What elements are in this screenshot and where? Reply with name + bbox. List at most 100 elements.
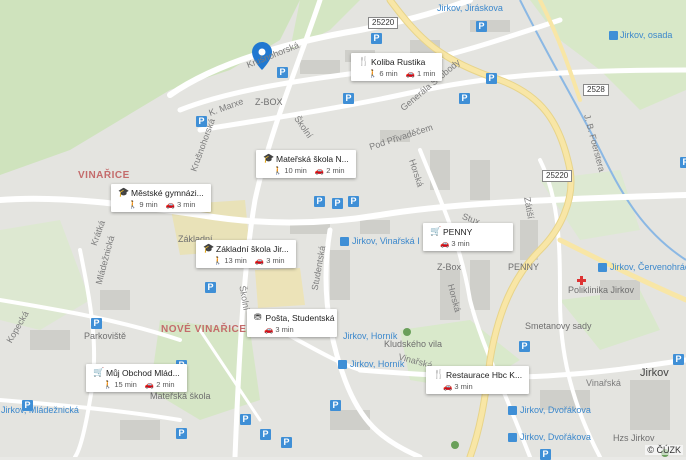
bus-stop-label: Jirkov, Dvořákova [520, 405, 591, 415]
bus-stop-icon[interactable] [508, 433, 517, 442]
poi-card-posta[interactable]: ⛃ Pošta, Studentská 🚗 3 min [247, 309, 337, 337]
car-time: 2 min [156, 380, 175, 389]
walk-time: 10 min [284, 166, 307, 175]
district-label-vinarice: VINAŘICE [78, 170, 130, 181]
walk-icon: 🚶 [103, 380, 113, 389]
poi-name: Koliba Rustika [371, 56, 426, 67]
parking-icon[interactable] [176, 428, 187, 439]
parking-icon[interactable] [343, 93, 354, 104]
car-icon: 🚗 [314, 166, 325, 175]
parking-icon[interactable] [240, 414, 251, 425]
place-label: Z-Box [437, 262, 462, 272]
walk-icon: 🚶 [128, 200, 138, 209]
school-icon: 🎓 [118, 187, 130, 197]
bus-stop-icon[interactable] [340, 237, 349, 246]
walk-time: 6 min [379, 69, 398, 78]
walk-icon: 🚶 [213, 256, 223, 265]
poi-name: Můj Obchod Mlád... [106, 367, 180, 378]
bus-stop-icon[interactable] [609, 31, 618, 40]
parking-icon[interactable] [332, 198, 343, 209]
parking-icon[interactable] [205, 282, 216, 293]
poi-card-koliba-rustika[interactable]: 🍴 Koliba Rustika 🚶 6 min 🚗 1 min [351, 53, 443, 81]
copyright-label: © ČÚZK [645, 445, 683, 455]
parking-icon[interactable] [348, 196, 359, 207]
car-time: 3 min [177, 200, 196, 209]
car-time: 3 min [266, 256, 285, 265]
school-icon: 🎓 [203, 243, 215, 253]
parking-icon[interactable] [540, 449, 551, 460]
poi-card-zakladni-skola[interactable]: 🎓 Základní škola Jir... 🚶 13 min 🚗 3 min [196, 240, 296, 268]
parking-icon[interactable] [91, 318, 102, 329]
bus-stop-label: Jirkov, Horník [350, 359, 405, 369]
poi-name: Pošta, Studentská [265, 312, 335, 323]
walk-time: 13 min [224, 256, 247, 265]
poi-card-muj-obchod[interactable]: 🛒 Můj Obchod Mlád... 🚶 15 min 🚗 2 min [86, 364, 187, 392]
road-label: Vinařská [586, 378, 621, 388]
district-label-nove-vinarice: NOVÉ VINAŘICE [161, 324, 247, 335]
parking-icon[interactable] [330, 400, 341, 411]
car-icon: 🚗 [443, 382, 453, 391]
car-icon: 🚗 [264, 325, 274, 334]
poi-name: Restaurace Hbc K... [446, 369, 523, 380]
poi-name: Městské gymnázi... [131, 187, 204, 198]
restaurant-icon: 🍴 [433, 369, 445, 379]
parking-icon[interactable] [277, 67, 288, 78]
parking-icon[interactable] [260, 429, 271, 440]
poi-card-restaurace-hbc[interactable]: 🍴 Restaurace Hbc K... 🚗 3 min [426, 366, 530, 394]
place-label: Z-BOX [255, 97, 283, 107]
school-icon: 🎓 [263, 153, 275, 163]
place-label: Poliklinika Jirkov [568, 285, 635, 295]
place-label: Smetanovy sady [525, 321, 592, 331]
parking-icon[interactable] [22, 400, 33, 411]
poi-name: Základní škola Jir... [216, 243, 289, 254]
car-icon: 🚗 [440, 239, 450, 248]
car-time: 1 min [417, 69, 436, 78]
road-number-sign: 25220 [368, 17, 399, 29]
bus-stop-icon[interactable] [598, 263, 607, 272]
walk-time: 9 min [139, 200, 158, 209]
place-label: Parkoviště [84, 331, 127, 341]
car-icon: 🚗 [254, 256, 265, 265]
bus-stop-icon[interactable] [338, 360, 347, 369]
poi-name: PENNY [443, 226, 473, 237]
parking-icon[interactable] [486, 73, 497, 84]
restaurant-icon: 🍴 [358, 56, 370, 66]
car-time: 3 min [275, 325, 294, 334]
shopping-cart-icon: 🛒 [430, 226, 442, 236]
stop-label: Jirkov, Mládežnická [1, 405, 79, 415]
parking-icon[interactable] [371, 33, 382, 44]
parking-icon[interactable] [281, 437, 292, 448]
car-icon: 🚗 [165, 200, 176, 209]
town-label-jirkov: Jirkov [640, 367, 669, 379]
stop-label: Jirkov, Jiráskova [437, 3, 503, 13]
parking-icon[interactable] [673, 354, 684, 365]
place-label: Hzs Jirkov [613, 433, 655, 443]
parking-icon[interactable] [314, 196, 325, 207]
place-label: Kludského vila [384, 339, 443, 349]
walk-icon: 🚶 [273, 166, 283, 175]
bus-stop-label: Jirkov, Dvořákova [520, 432, 591, 442]
walk-icon: 🚶 [368, 69, 378, 78]
school-area [255, 268, 305, 308]
walk-time: 15 min [114, 380, 137, 389]
bus-stop-icon[interactable] [508, 406, 517, 415]
poi-name: Mateřská škola N... [276, 153, 349, 164]
parking-icon[interactable] [196, 116, 207, 127]
parking-icon[interactable] [459, 93, 470, 104]
car-time: 2 min [326, 166, 345, 175]
car-icon: 🚗 [405, 69, 416, 78]
road-number-sign: 2528 [583, 84, 609, 96]
car-time: 3 min [451, 239, 470, 248]
bus-stop-label: Jirkov, Vinařská I [352, 236, 420, 246]
post-office-icon: ⛃ [254, 312, 262, 322]
place-label: PENNY [508, 262, 540, 272]
road-number-sign: 25220 [542, 170, 573, 182]
car-time: 3 min [454, 382, 473, 391]
parking-icon[interactable] [476, 21, 487, 32]
poi-card-materska-skola[interactable]: 🎓 Mateřská škola N... 🚶 10 min 🚗 2 min [256, 150, 356, 178]
poi-card-penny[interactable]: 🛒 PENNY 🚗 3 min [423, 223, 513, 251]
car-icon: 🚗 [144, 380, 155, 389]
poi-card-mestske-gymnazium[interactable]: 🎓 Městské gymnázi... 🚶 9 min 🚗 3 min [111, 184, 211, 212]
parking-icon[interactable] [519, 341, 530, 352]
parking-icon[interactable] [680, 157, 686, 168]
